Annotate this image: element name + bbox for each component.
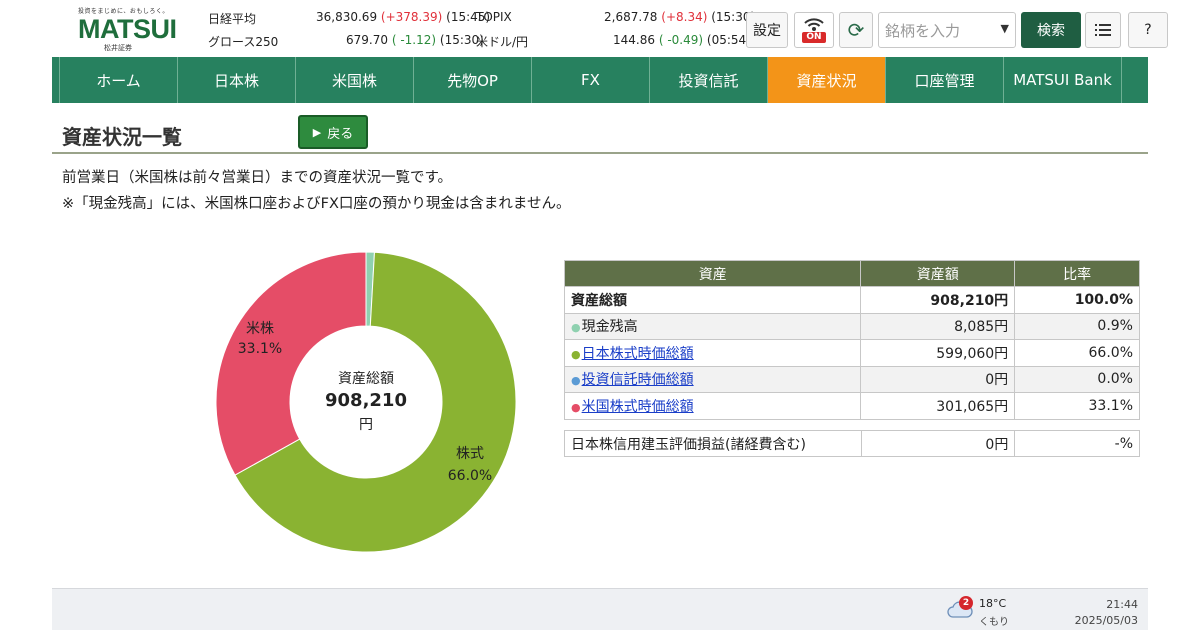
header-amount: 資産額 xyxy=(860,260,1016,287)
symbol-search-input[interactable]: 銘柄を入力 ▼ xyxy=(878,12,1016,48)
nav-matsui-bank[interactable]: MATSUI Bank xyxy=(1004,57,1122,103)
table-row-mutual-funds: ●投資信託時価総額 0円 0.0% xyxy=(563,365,1140,393)
main-nav: ホーム 日本株 米国株 先物OP FX 投資信託 資産状況 口座管理 MATSU… xyxy=(52,57,1148,103)
japan-stocks-dot-icon: ● xyxy=(571,347,581,361)
donut-svg: 米株 33.1% 株式 66.0% 資産総額 908,210 円 xyxy=(215,251,517,553)
help-button[interactable]: ? xyxy=(1128,12,1168,48)
usdjpy-change: ( -0.49) xyxy=(658,33,704,47)
table-row-margin: 日本株信用建玉評価損益(諸経費含む) 0円 -% xyxy=(564,430,1140,457)
total-ratio: 100.0% xyxy=(1014,286,1140,314)
usdjpy-quote: 144.86 ( -0.49) (05:54) xyxy=(613,33,751,47)
slice-label-stocks: 株式 xyxy=(456,446,484,462)
logo-subtitle: 松井証券 xyxy=(104,44,132,52)
wifi-icon xyxy=(804,18,824,31)
total-amount: 908,210円 xyxy=(860,286,1016,314)
chevron-down-icon: ▼ xyxy=(1000,22,1009,35)
weather-temperature: 18°C xyxy=(979,597,1007,610)
usdjpy-name: 米ドル/円 xyxy=(476,35,529,49)
cash-dot-icon: ● xyxy=(571,321,581,335)
settings-button[interactable]: 設定 xyxy=(746,12,788,48)
clock-time: 21:44 xyxy=(1106,598,1138,611)
donut-slice-米株 xyxy=(215,251,367,476)
clock-date: 2025/05/03 xyxy=(1074,614,1138,627)
table-row-japan-stocks: ●日本株式時価総額 599,060円 66.0% xyxy=(563,339,1140,367)
header-asset: 資産 xyxy=(563,260,862,287)
nav-mutual-funds[interactable]: 投資信託 xyxy=(650,57,768,103)
donut-center-unit: 円 xyxy=(359,417,373,433)
list-menu-icon xyxy=(1095,24,1111,36)
taskbar-clock[interactable]: 21:44 2025/05/03 xyxy=(1075,597,1138,629)
growth-quote: 679.70 ( -1.12) (15:30) xyxy=(346,33,484,47)
cash-amount: 8,085円 xyxy=(860,312,1016,340)
margin-amount: 0円 xyxy=(860,430,1016,457)
description-line-1: 前営業日（米国株は前々営業日）までの資産状況一覧です。 xyxy=(62,170,453,186)
matsui-logo[interactable]: 投資をまじめに、おもしろく。 MATSUI 松井証券 xyxy=(78,6,178,54)
japan-stocks-ratio: 66.0% xyxy=(1014,339,1140,367)
refresh-button[interactable]: ⟳ xyxy=(839,12,873,48)
description-line-2: ※「現金残高」には、米国株口座およびFX口座の預かり現金は含まれません。 xyxy=(62,196,571,212)
donut-center-title: 資産総額 xyxy=(338,371,394,387)
back-label: 戻る xyxy=(327,126,354,142)
asset-donut-chart: 米株 33.1% 株式 66.0% 資産総額 908,210 円 xyxy=(214,250,518,554)
topix-name: TOPIX xyxy=(476,10,512,24)
refresh-icon: ⟳ xyxy=(847,18,865,42)
growth-change: ( -1.12) xyxy=(391,33,437,47)
mutual-funds-dot-icon: ● xyxy=(571,374,581,388)
nav-asset-status[interactable]: 資産状況 xyxy=(768,57,886,103)
weather-alert-badge: 2 xyxy=(959,596,973,610)
slice-pct-us-stocks: 33.1% xyxy=(238,341,282,357)
table-row-cash: ●現金残高 8,085円 0.9% xyxy=(563,312,1140,340)
nav-us-stocks[interactable]: 米国株 xyxy=(296,57,414,103)
us-stocks-link[interactable]: 米国株式時価総額 xyxy=(582,399,694,415)
japan-stocks-link[interactable]: 日本株式時価総額 xyxy=(582,346,694,362)
weather-condition: くもり xyxy=(979,617,1009,628)
page-title: 資産状況一覧 xyxy=(62,125,182,149)
connection-status-badge: ON xyxy=(802,32,826,43)
search-button[interactable]: 検索 xyxy=(1021,12,1081,48)
cash-name: 現金残高 xyxy=(581,319,638,336)
total-name: 資産総額 xyxy=(563,286,862,314)
table-row-us-stocks: ●米国株式時価総額 301,065円 33.1% xyxy=(563,392,1140,420)
asset-table: 資産 資産額 比率 資産総額 908,210円 100.0% ●現金残高 8,0… xyxy=(563,260,1140,420)
help-label: ? xyxy=(1144,22,1152,38)
nikkei-quote: 36,830.69 (+378.39) (15:45) xyxy=(316,10,491,24)
nav-fx[interactable]: FX xyxy=(532,57,650,103)
mutual-funds-ratio: 0.0% xyxy=(1014,365,1140,393)
growth-name: グロース250 xyxy=(208,35,279,49)
mutual-funds-amount: 0円 xyxy=(860,365,1016,393)
nikkei-name: 日経平均 xyxy=(208,12,257,26)
back-button[interactable]: ▶ 戻る xyxy=(298,115,368,149)
us-stocks-amount: 301,065円 xyxy=(860,392,1016,420)
margin-table: 日本株信用建玉評価損益(諸経費含む) 0円 -% xyxy=(564,430,1140,457)
us-stocks-ratio: 33.1% xyxy=(1014,392,1140,420)
topix-quote: 2,687.78 (+8.34) (15:30) xyxy=(604,10,756,24)
topix-change: (+8.34) xyxy=(661,10,708,24)
nav-japan-stocks[interactable]: 日本株 xyxy=(178,57,296,103)
symbol-search-placeholder: 銘柄を入力 xyxy=(885,21,961,40)
donut-center-value: 908,210 xyxy=(325,390,407,411)
us-stocks-dot-icon: ● xyxy=(571,400,581,414)
table-header-row: 資産 資産額 比率 xyxy=(563,260,1140,287)
logo-brand: MATSUI xyxy=(78,14,177,44)
cash-ratio: 0.9% xyxy=(1014,312,1140,340)
margin-ratio: -% xyxy=(1014,430,1140,457)
title-divider xyxy=(52,152,1148,154)
mutual-funds-link[interactable]: 投資信託時価総額 xyxy=(582,372,694,388)
connection-toggle-button[interactable]: ON xyxy=(794,12,834,48)
japan-stocks-amount: 599,060円 xyxy=(860,339,1016,367)
nav-futures-options[interactable]: 先物OP xyxy=(414,57,532,103)
nikkei-change: (+378.39) xyxy=(380,10,443,24)
slice-label-us-stocks: 米株 xyxy=(246,321,274,337)
table-row-total: 資産総額 908,210円 100.0% xyxy=(563,286,1140,314)
nav-account-management[interactable]: 口座管理 xyxy=(886,57,1004,103)
menu-button[interactable] xyxy=(1085,12,1121,48)
margin-name: 日本株信用建玉評価損益(諸経費含む) xyxy=(564,430,862,457)
slice-pct-stocks: 66.0% xyxy=(448,468,492,484)
nav-home[interactable]: ホーム xyxy=(60,57,178,103)
nav-overflow[interactable] xyxy=(1122,57,1148,103)
header-ratio: 比率 xyxy=(1014,260,1140,287)
play-arrow-icon: ▶ xyxy=(312,125,322,139)
